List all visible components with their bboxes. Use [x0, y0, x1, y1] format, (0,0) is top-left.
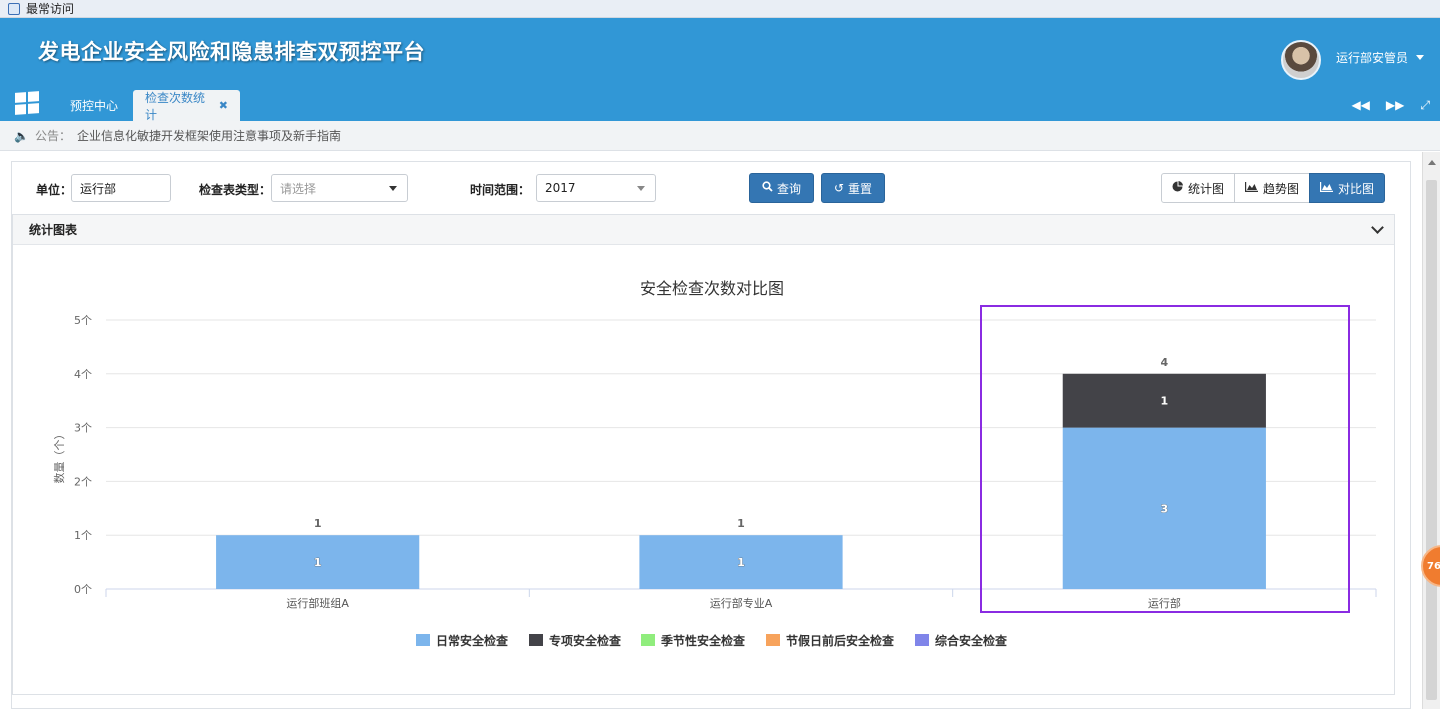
y-tick-label: 5个 — [74, 314, 92, 327]
legend-item[interactable]: 日常安全检查 — [416, 633, 509, 648]
y-tick-label: 4个 — [74, 368, 92, 381]
bar-total-label: 1 — [314, 517, 322, 530]
x-category-label: 运行部专业A — [710, 596, 773, 610]
legend-label: 节假日前后安全检查 — [786, 633, 895, 648]
bar-value-label: 1 — [1161, 395, 1169, 408]
legend-label: 日常安全检查 — [436, 633, 509, 648]
scroll-up-icon[interactable] — [1428, 160, 1436, 165]
legend-item[interactable]: 综合安全检查 — [915, 633, 1008, 648]
bar-value-label: 1 — [737, 556, 745, 569]
legend-swatch — [766, 634, 780, 646]
bar-value-label: 3 — [1161, 502, 1169, 515]
legend-swatch — [529, 634, 543, 646]
vertical-scrollbar[interactable] — [1422, 152, 1440, 709]
scrollbar-thumb[interactable] — [1426, 180, 1437, 700]
legend-swatch — [641, 634, 655, 646]
x-category-label: 运行部班组A — [286, 596, 349, 610]
legend-label: 季节性安全检查 — [660, 633, 746, 648]
legend-item[interactable]: 专项安全检查 — [529, 633, 622, 648]
y-tick-label: 2个 — [74, 475, 92, 488]
y-tick-label: 3个 — [74, 422, 92, 435]
bar-total-label: 1 — [737, 517, 745, 530]
bar-total-label: 4 — [1161, 356, 1169, 369]
y-axis-title: 数量（个） — [53, 429, 66, 484]
legend-swatch — [915, 634, 929, 646]
legend-label: 专项安全检查 — [549, 633, 622, 648]
legend-label: 综合安全检查 — [935, 633, 1008, 648]
legend-item[interactable]: 节假日前后安全检查 — [766, 633, 895, 648]
legend-item[interactable]: 季节性安全检查 — [641, 633, 746, 648]
bar-value-label: 1 — [314, 556, 322, 569]
y-tick-label: 0个 — [74, 583, 92, 596]
y-tick-label: 1个 — [74, 529, 92, 542]
x-category-label: 运行部 — [1148, 596, 1181, 610]
comparison-chart: 安全检查次数对比图 0个 1个 2个 3个 4个 5个 1 1 运行部班组A 1 1 运行部专业A 3… — [53, 279, 1377, 648]
legend-swatch — [416, 634, 430, 646]
chart-title: 安全检查次数对比图 — [640, 279, 784, 298]
